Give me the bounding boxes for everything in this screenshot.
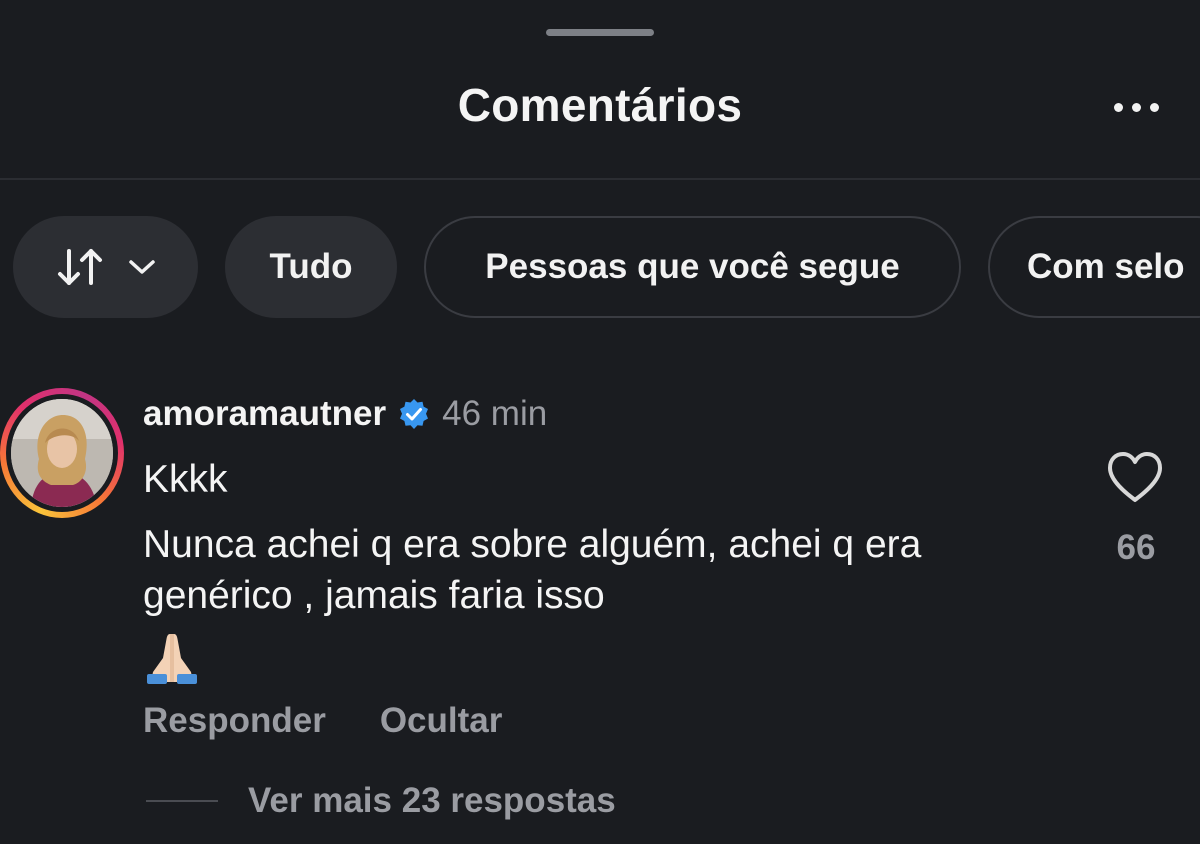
sort-button[interactable] <box>13 216 198 318</box>
comment-text-line2: Nunca achei q era sobre alguém, achei q … <box>143 523 922 617</box>
more-horizontal-icon <box>1113 102 1123 112</box>
heart-outline-icon[interactable] <box>1104 450 1166 506</box>
more-horizontal-icon-dot <box>1149 102 1159 112</box>
filter-chip-all[interactable]: Tudo <box>225 216 397 318</box>
chevron-down-icon <box>128 260 155 274</box>
more-horizontal-icon-dot <box>1131 102 1141 112</box>
hide-button[interactable]: Ocultar <box>380 701 503 741</box>
sort-arrows-icon <box>57 249 102 285</box>
view-replies-button[interactable]: Ver mais 23 respostas <box>146 781 616 821</box>
comment-time: 46 min <box>442 394 548 433</box>
avatar-photo <box>11 399 113 507</box>
comments-sheet: Comentários Tudo Pessoas que você segue … <box>0 0 1200 844</box>
like-count: 66 <box>1116 528 1156 567</box>
replies-divider <box>146 800 218 802</box>
comment-header: amoramautner 46 min <box>143 394 547 434</box>
reply-button[interactable]: Responder <box>143 701 326 741</box>
folded-hands-emoji <box>147 634 197 684</box>
header-divider <box>0 178 1200 180</box>
drag-handle[interactable] <box>546 29 654 36</box>
filter-chips: Tudo Pessoas que você segue Com selo <box>13 216 1200 318</box>
filter-chip-following[interactable]: Pessoas que você segue <box>424 216 961 318</box>
avatar[interactable] <box>0 388 124 518</box>
filter-chip-verified[interactable]: Com selo <box>988 216 1200 318</box>
verified-badge-icon <box>400 399 429 429</box>
username[interactable]: amoramautner <box>143 394 386 434</box>
view-replies-label: Ver mais 23 respostas <box>248 781 616 820</box>
comment-actions: Responder Ocultar <box>143 701 502 741</box>
more-options-button[interactable] <box>1100 84 1172 130</box>
sheet-title: Comentários <box>457 79 743 131</box>
comment-text-line1: Kkkk <box>143 458 228 501</box>
